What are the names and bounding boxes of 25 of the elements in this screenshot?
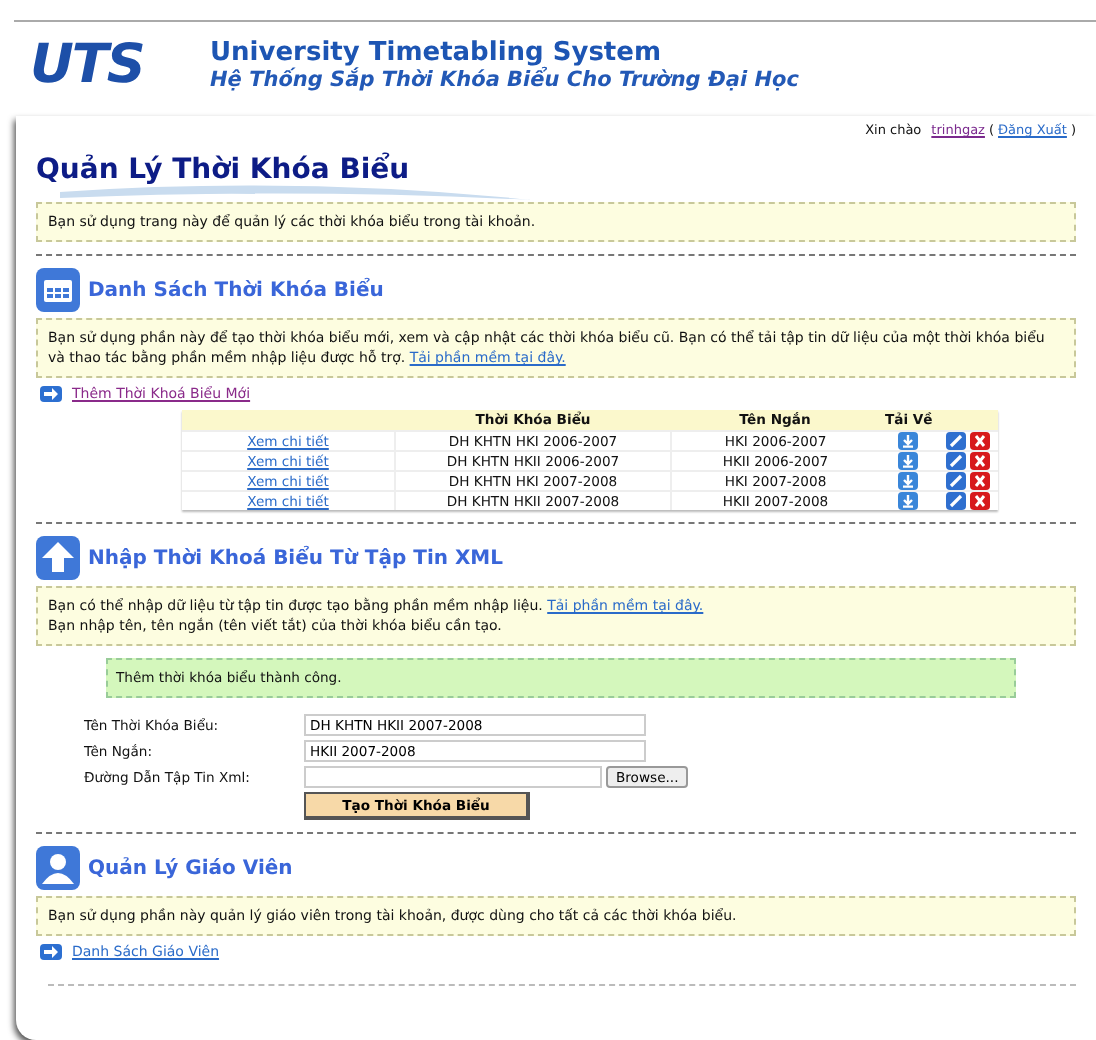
logo: UTS [30, 36, 146, 96]
person-icon [36, 846, 80, 890]
section-title: Nhập Thời Khoá Biểu Từ Tập Tin XML [88, 547, 504, 569]
delete-icon[interactable] [970, 432, 991, 450]
site-subtitle: Hệ Thống Sắp Thời Khóa Biểu Cho Trường Đại Học [210, 67, 799, 93]
pencil-icon[interactable] [946, 472, 967, 490]
delete-icon[interactable] [970, 472, 991, 490]
calendar-icon [36, 268, 80, 312]
download-icon[interactable] [898, 452, 919, 470]
download-icon[interactable] [898, 472, 919, 490]
file-path-field[interactable] [304, 766, 602, 788]
page-title: Quản Lý Thời Khóa Biểu [36, 150, 412, 186]
delete-icon[interactable] [970, 492, 991, 510]
section-title: Quản Lý Giáo Viên [88, 857, 293, 879]
arrow-icon [40, 386, 62, 402]
pencil-icon[interactable] [946, 432, 967, 450]
section-title: Danh Sách Thời Khóa Biểu [88, 279, 384, 301]
site-title: University Timetabling System [210, 39, 664, 67]
table-header [938, 410, 999, 431]
pencil-icon[interactable] [946, 492, 967, 510]
download-icon[interactable] [898, 432, 919, 450]
arrow-icon [40, 944, 62, 960]
pencil-icon[interactable] [946, 452, 967, 470]
download-icon[interactable] [898, 492, 919, 510]
delete-icon[interactable] [970, 452, 991, 470]
